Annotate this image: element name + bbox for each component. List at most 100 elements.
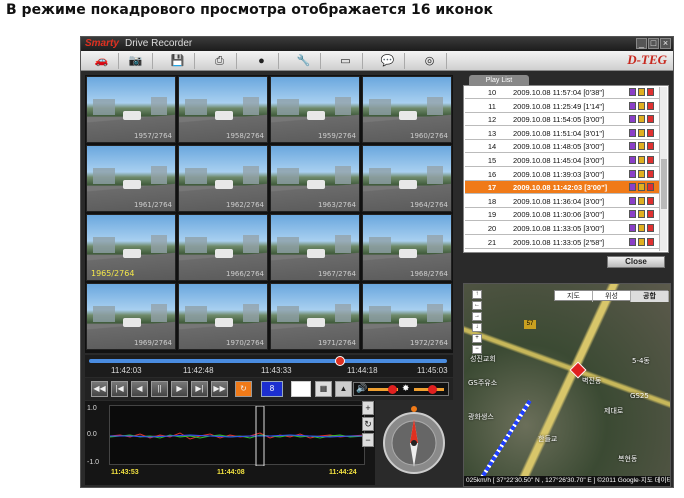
eject-button[interactable]: ▲ — [335, 381, 352, 397]
video-thumbnail[interactable]: 1971/2764 — [270, 283, 360, 350]
brightness-slider-knob[interactable] — [428, 385, 437, 394]
sound-icon[interactable] — [638, 101, 645, 110]
graph-icon[interactable] — [629, 210, 636, 219]
video-thumbnail[interactable]: 1970/2764 — [178, 283, 268, 350]
skip-end-button[interactable]: ▶| — [191, 381, 208, 397]
video-thumbnail[interactable]: 1967/2764 — [270, 214, 360, 281]
playlist-row[interactable]: 13 2009.10.08 11:51:04 [3'01"] — [465, 127, 659, 140]
fast-forward-button[interactable]: ▶▶ — [211, 381, 228, 397]
playlist-row[interactable]: 11 2009.10.08 11:25:49 [1'14"] — [465, 100, 659, 113]
graph-icon[interactable] — [629, 237, 636, 246]
disc-icon[interactable]: ● — [245, 53, 279, 69]
grid-view-button[interactable]: ▦ — [315, 381, 332, 397]
event-icon[interactable] — [647, 156, 654, 164]
event-icon[interactable] — [647, 88, 654, 96]
graph-icon[interactable] — [629, 128, 636, 137]
graph-icon[interactable] — [629, 196, 636, 205]
playlist-row[interactable]: 20 2009.10.08 11:33:05 [3'00"] — [465, 222, 659, 235]
playlist-row[interactable]: 10 2009.10.08 11:57:04 [0'38"] — [465, 86, 659, 99]
playlist-row[interactable]: 16 2009.10.08 11:39:03 [3'00"] — [465, 168, 659, 181]
playlist-scrollbar[interactable] — [659, 87, 667, 251]
video-thumbnail[interactable]: 1969/2764 — [86, 283, 176, 350]
single-view-button[interactable] — [291, 381, 311, 397]
zoom-out-button[interactable]: − — [362, 433, 374, 447]
sound-icon[interactable] — [638, 196, 645, 205]
playlist-row[interactable]: 15 2009.10.08 11:45:04 [3'00"] — [465, 154, 659, 167]
sound-icon[interactable] — [638, 88, 645, 96]
map-view[interactable]: ↑ ← → ↓ + − 지도 위성 공합 57 성진교회 GS주유소 광화생스 … — [463, 283, 671, 487]
save-icon[interactable]: 💾 — [161, 53, 195, 69]
close-playlist-button[interactable]: Close — [607, 256, 665, 268]
graph-icon[interactable] — [629, 224, 636, 232]
playlist-row[interactable]: 19 2009.10.08 11:30:06 [3'00"] — [465, 208, 659, 222]
event-icon[interactable] — [647, 237, 654, 246]
map-pan-right-button[interactable]: → — [472, 312, 482, 321]
timeline-position-knob[interactable] — [334, 356, 345, 366]
close-window-button[interactable]: × — [660, 38, 671, 49]
video-thumbnail[interactable]: 1966/2764 — [178, 214, 268, 281]
sound-icon[interactable] — [638, 142, 645, 151]
minimize-button[interactable]: _ — [636, 38, 647, 49]
map-tab-hybrid[interactable]: 공합 — [631, 291, 669, 302]
video-thumbnail[interactable]: 1959/2764 — [270, 76, 360, 143]
video-thumbnail[interactable]: 1965/2764 — [86, 214, 176, 281]
car-icon[interactable]: 🚗 — [85, 53, 119, 69]
video-thumbnail[interactable]: 1968/2764 — [362, 214, 452, 281]
loop-button[interactable]: ↻ — [235, 381, 252, 397]
map-zoom-out-button[interactable]: − — [472, 345, 482, 354]
play-button[interactable]: ▶ — [171, 381, 188, 397]
zoom-in-button[interactable]: + — [362, 401, 374, 415]
wrench-icon[interactable]: 🔧 — [287, 53, 321, 69]
map-zoom-in-button[interactable]: + — [472, 334, 482, 343]
event-icon[interactable] — [647, 142, 654, 151]
event-icon[interactable] — [647, 196, 654, 205]
event-icon[interactable] — [647, 101, 654, 110]
sound-icon[interactable] — [638, 237, 645, 246]
sound-icon[interactable] — [638, 183, 645, 192]
map-pan-up-button[interactable]: ↑ — [472, 290, 482, 299]
graph-icon[interactable] — [629, 183, 636, 192]
event-icon[interactable] — [647, 210, 654, 219]
map-pan-down-button[interactable]: ↓ — [472, 323, 482, 332]
sound-icon[interactable] — [638, 169, 645, 178]
volume-slider-knob[interactable] — [388, 385, 397, 394]
event-icon[interactable] — [647, 115, 654, 124]
map-tab-satellite[interactable]: 위성 — [593, 291, 631, 302]
event-icon[interactable] — [647, 224, 654, 232]
graph-icon[interactable] — [629, 101, 636, 110]
event-icon[interactable] — [647, 128, 654, 137]
pause-button[interactable]: || — [151, 381, 168, 397]
skip-start-button[interactable]: |◀ — [111, 381, 128, 397]
playlist-scroll-thumb[interactable] — [661, 159, 667, 209]
sound-icon[interactable] — [638, 156, 645, 164]
frame-count-field[interactable]: 8 — [261, 381, 283, 397]
video-thumbnail[interactable]: 1958/2764 — [178, 76, 268, 143]
sound-icon[interactable] — [638, 128, 645, 137]
playlist-row[interactable]: 21 2009.10.08 11:33:05 [2'58"] — [465, 236, 659, 249]
event-icon[interactable] — [647, 183, 654, 192]
print-icon[interactable]: ⎙ — [203, 53, 237, 69]
graph-icon[interactable] — [629, 115, 636, 124]
graph-icon[interactable] — [629, 142, 636, 151]
video-thumbnail[interactable]: 1960/2764 — [362, 76, 452, 143]
map-tab-map[interactable]: 지도 — [555, 291, 593, 302]
sound-icon[interactable] — [638, 115, 645, 124]
rewind-fast-button[interactable]: ◀◀ — [91, 381, 108, 397]
timeline-track[interactable] — [89, 359, 447, 363]
map-pan-left-button[interactable]: ← — [472, 301, 482, 310]
video-thumbnail[interactable]: 1964/2764 — [362, 145, 452, 212]
step-back-button[interactable]: ◀ — [131, 381, 148, 397]
playlist-row[interactable]: 18 2009.10.08 11:36:04 [3'00"] — [465, 195, 659, 208]
title-bar[interactable]: Smarty Drive Recorder _ □ × — [81, 37, 673, 51]
maximize-button[interactable]: □ — [648, 38, 659, 49]
graph-icon[interactable] — [629, 88, 636, 96]
video-thumbnail[interactable]: 1972/2764 — [362, 283, 452, 350]
graph-icon[interactable] — [629, 169, 636, 178]
playlist-row[interactable]: 12 2009.10.08 11:54:05 [3'00"] — [465, 113, 659, 127]
timeline[interactable]: 11:42:03 11:42:48 11:43:33 11:44:18 11:4… — [85, 355, 453, 377]
chat-icon[interactable]: 💬 — [371, 53, 405, 69]
reset-zoom-button[interactable]: ↻ — [362, 417, 374, 431]
playlist-row[interactable]: 17 2009.10.08 11:42:03 [3'00"] — [465, 181, 659, 195]
g-sensor-plot[interactable] — [109, 405, 367, 467]
playlist-row[interactable]: 14 2009.10.08 11:48:05 [3'00"] — [465, 140, 659, 154]
